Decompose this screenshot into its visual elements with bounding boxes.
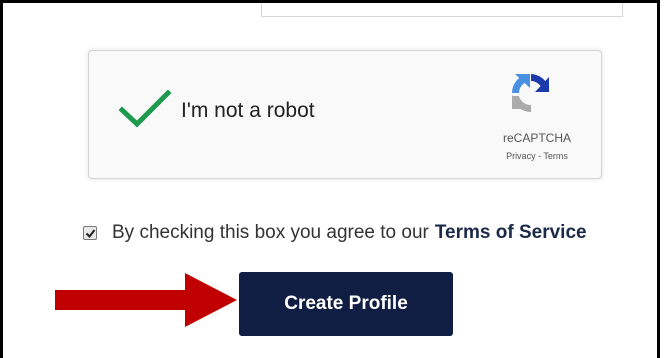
terms-agreement-row: By checking this box you agree to our Te… <box>83 221 587 245</box>
recaptcha-brand: reCAPTCHA <box>502 131 571 145</box>
recaptcha-logo-icon <box>511 74 549 113</box>
recaptcha-privacy-link[interactable]: Privacy <box>506 151 536 161</box>
terms-agreement-checkbox[interactable] <box>83 226 97 240</box>
recaptcha-widget[interactable]: I'm not a robot reCAPTCHA Privacy - Term… <box>88 50 602 179</box>
red-arrow-icon <box>55 273 237 327</box>
previous-input-field-edge[interactable] <box>261 3 623 17</box>
terms-of-service-link[interactable]: Terms of Service <box>435 222 587 244</box>
create-profile-button[interactable]: Create Profile <box>239 272 453 336</box>
recaptcha-label: I'm not a robot <box>181 99 315 122</box>
recaptcha-links: Privacy - Terms <box>487 151 587 161</box>
green-checkmark-icon[interactable] <box>119 90 171 128</box>
recaptcha-terms-link[interactable]: Terms <box>543 151 568 161</box>
terms-agreement-text: By checking this box you agree to our <box>112 222 429 243</box>
checkbox-check-icon <box>85 229 96 239</box>
